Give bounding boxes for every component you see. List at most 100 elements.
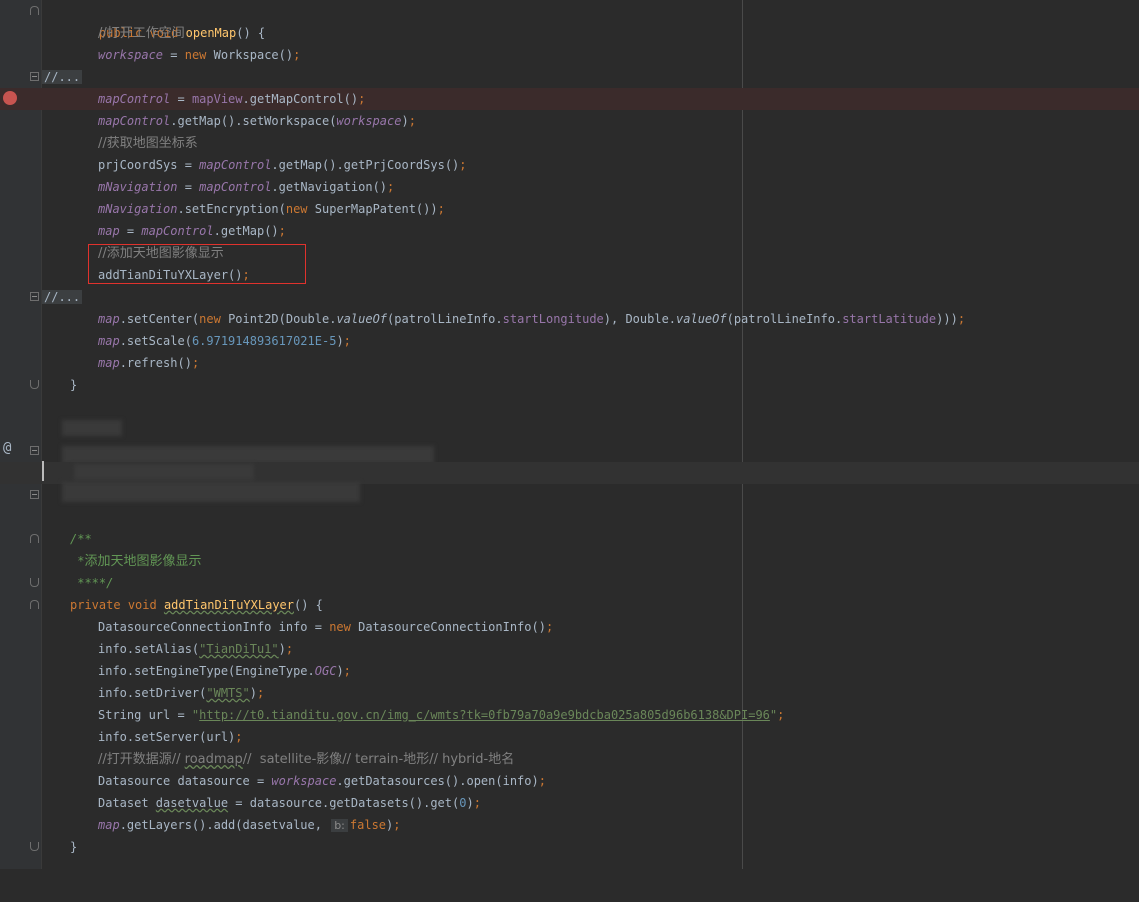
code-text: ) (401, 114, 409, 128)
code-text: .getMap() (213, 224, 279, 238)
string-literal: "TianDiTu1" (199, 642, 279, 656)
fold-icon[interactable] (30, 446, 39, 455)
code-line[interactable]: *添加天地图影像显示 (0, 550, 1139, 572)
semicolon: ; (538, 774, 546, 788)
code-line[interactable]: info.setServer(url); (0, 726, 1139, 748)
code-line[interactable]: map.setScale(6.971914893617021E-5); (0, 330, 1139, 352)
code-line[interactable]: public void openMap() { (0, 0, 1139, 40)
breakpoint-icon[interactable] (3, 91, 17, 105)
field: mapControl (199, 180, 272, 194)
code-text: ) (336, 334, 344, 348)
code-line[interactable]: map.setCenter(new Point2D(Double.valueOf… (0, 308, 1139, 330)
code-text: info.setServer(url) (98, 730, 236, 744)
comment: // satellite-影像// terrain-地形// hybrid-地名 (242, 752, 515, 767)
code-line[interactable]: DatasourceConnectionInfo info = new Data… (0, 616, 1139, 638)
semicolon: ; (387, 180, 395, 194)
keyword: new (285, 202, 308, 216)
code-text: .getDatasources().open(info) (336, 774, 539, 788)
field: mapControl (199, 158, 272, 172)
code-line[interactable]: String url = "http://t0.tianditu.gov.cn/… (0, 704, 1139, 726)
code-text: Point2D(Double. (220, 312, 337, 326)
code-text: Datasource datasource = (98, 774, 272, 788)
text-caret (42, 461, 44, 481)
code-line[interactable]: //... (0, 66, 1139, 88)
field: workspace (98, 48, 164, 62)
code-line[interactable]: info.setDriver("WMTS"); (0, 682, 1139, 704)
enum-constant: OGC (314, 664, 337, 678)
semicolon: ; (256, 686, 265, 700)
override-at-icon[interactable]: @ (3, 440, 11, 456)
code-line[interactable]: private void addTianDiTuYXLayer() { (0, 594, 1139, 616)
code-line[interactable]: //打开工作空间 (0, 22, 1139, 44)
semicolon: ; (545, 620, 554, 634)
semicolon: ; (777, 708, 785, 722)
code-text: info.setAlias( (98, 642, 200, 656)
semicolon: ; (408, 114, 416, 128)
code-text: .setScale( (119, 334, 192, 348)
code-line[interactable]: workspace = new Workspace(); (0, 44, 1139, 66)
code-line[interactable]: mapControl.getMap().setWorkspace(workspa… (0, 110, 1139, 132)
code-text: Workspace() (206, 48, 294, 62)
code-line[interactable]: //打开数据源// roadmap// satellite-影像// terra… (0, 748, 1139, 770)
fold-icon[interactable] (30, 490, 39, 499)
fold-icon[interactable] (30, 292, 39, 301)
comment: roadmap (184, 752, 243, 767)
field: mNavigation (98, 202, 178, 216)
keyword: new (184, 48, 207, 62)
collapsed-region[interactable]: //... (42, 70, 83, 84)
code-line[interactable]: Dataset dasetvalue = datasource.getDatas… (0, 792, 1139, 814)
javadoc-comment: /** (70, 532, 92, 546)
code-line[interactable]: info.setAlias("TianDiTu1"); (0, 638, 1139, 660)
field: mapControl (98, 114, 171, 128)
code-text: ) (278, 642, 286, 656)
fold-icon[interactable] (30, 6, 39, 15)
code-text: (patrolLineInfo. (387, 312, 503, 326)
code-line[interactable]: map.refresh(); (0, 352, 1139, 374)
field: mNavigation (98, 180, 178, 194)
fold-icon[interactable] (30, 578, 39, 587)
fold-icon[interactable] (30, 534, 39, 543)
field: map (98, 312, 120, 326)
collapsed-region[interactable]: //... (42, 290, 83, 304)
code-line[interactable]: mNavigation = mapControl.getNavigation()… (0, 176, 1139, 198)
code-text: = (170, 92, 192, 106)
code-line[interactable]: prjCoordSys = mapControl.getMap().getPrj… (0, 154, 1139, 176)
code-line[interactable]: Datasource datasource = workspace.getDat… (0, 770, 1139, 792)
parameter-hint: b: (331, 819, 348, 832)
fold-icon[interactable] (30, 842, 39, 851)
fold-icon[interactable] (30, 72, 39, 81)
fold-icon[interactable] (30, 600, 39, 609)
code-text: ), Double. (603, 312, 677, 326)
code-text: DatasourceConnectionInfo() (350, 620, 546, 634)
code-line[interactable]: ****/ (0, 572, 1139, 594)
method-name: addTianDiTuYXLayer (163, 598, 294, 612)
code-line[interactable]: } (0, 374, 1139, 396)
code-text: = (163, 48, 185, 62)
code-line[interactable]: info.setEngineType(EngineType.OGC); (0, 660, 1139, 682)
code-line[interactable]: map.getLayers().add(dasetvalue, b: false)… (0, 814, 1139, 836)
semicolon: ; (285, 642, 294, 656)
code-text: .getMap().setWorkspace( (170, 114, 337, 128)
code-text: .getMap().getPrjCoordSys() (271, 158, 460, 172)
comment: //打开数据源// (98, 752, 185, 767)
field: map (98, 224, 120, 238)
keyword: private (70, 598, 121, 612)
code-text: DatasourceConnectionInfo info = (98, 620, 330, 634)
code-line[interactable]: //获取地图坐标系 (0, 132, 1139, 154)
keyword: new (329, 620, 351, 634)
code-line[interactable]: /** (0, 528, 1139, 550)
code-line-breakpoint[interactable]: mapControl = mapView.getMapControl(); (0, 88, 1139, 110)
code-line[interactable]: map = mapControl.getMap(); (0, 220, 1139, 242)
code-text: ) (336, 664, 344, 678)
code-line[interactable]: } (0, 836, 1139, 858)
semicolon: ; (343, 664, 351, 678)
url-link[interactable]: http://t0.tianditu.gov.cn/img_c/wmts?tk=… (199, 708, 770, 722)
comment: //获取地图坐标系 (98, 136, 198, 151)
code-line[interactable]: mNavigation.setEncryption(new SuperMapPa… (0, 198, 1139, 220)
code-text: .setCenter( (119, 312, 200, 326)
field: startLongitude (502, 312, 604, 326)
code-line[interactable]: //... (0, 286, 1139, 308)
semicolon: ; (473, 796, 481, 810)
fold-icon[interactable] (30, 380, 39, 389)
variable: dasetvalue (155, 796, 229, 810)
